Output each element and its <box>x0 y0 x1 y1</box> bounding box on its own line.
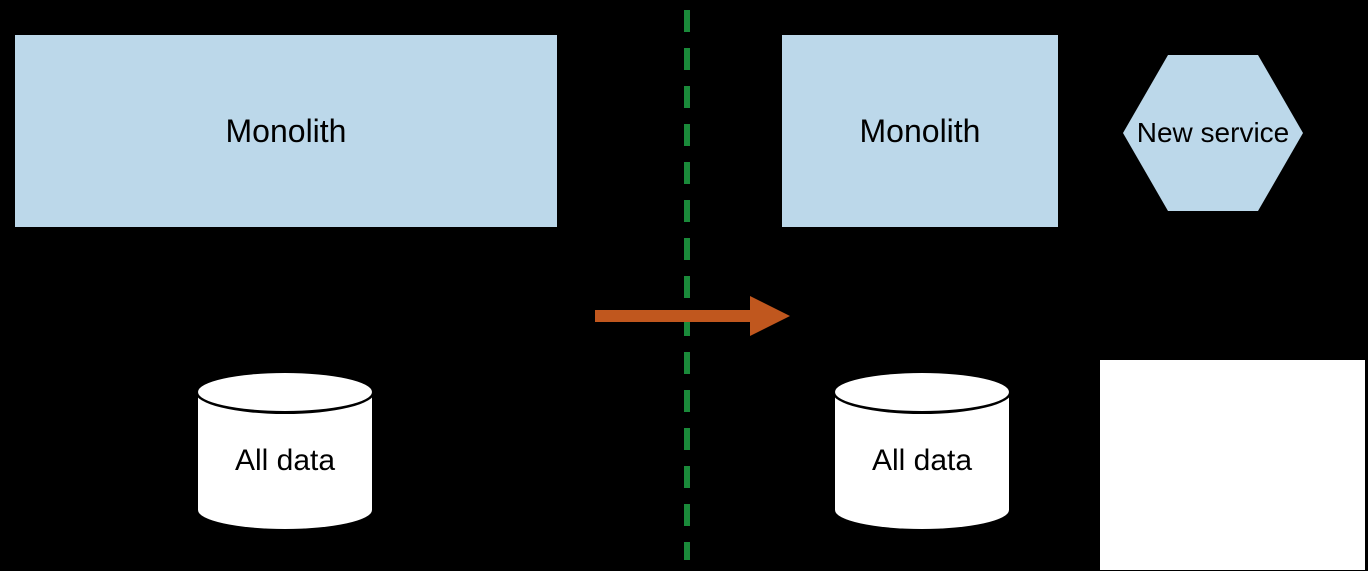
new-service-hexagon: New service <box>1123 55 1303 211</box>
cylinder-top-ellipse <box>195 370 375 414</box>
right-database-label: All data <box>872 444 972 478</box>
right-database-cylinder: All data <box>832 370 1012 535</box>
right-monolith-box: Monolith <box>779 32 1061 230</box>
cylinder-top-ellipse <box>832 370 1012 414</box>
diagram-canvas: Monolith All data Monolith New service A… <box>0 0 1368 571</box>
left-database-cylinder: All data <box>195 370 375 535</box>
left-monolith-box: Monolith <box>12 32 560 230</box>
left-database-label: All data <box>235 444 335 478</box>
transition-arrow <box>595 296 790 336</box>
blank-area <box>1100 360 1365 570</box>
new-service-label: New service <box>1137 117 1289 149</box>
right-monolith-label: Monolith <box>860 113 981 150</box>
left-monolith-label: Monolith <box>226 113 347 150</box>
